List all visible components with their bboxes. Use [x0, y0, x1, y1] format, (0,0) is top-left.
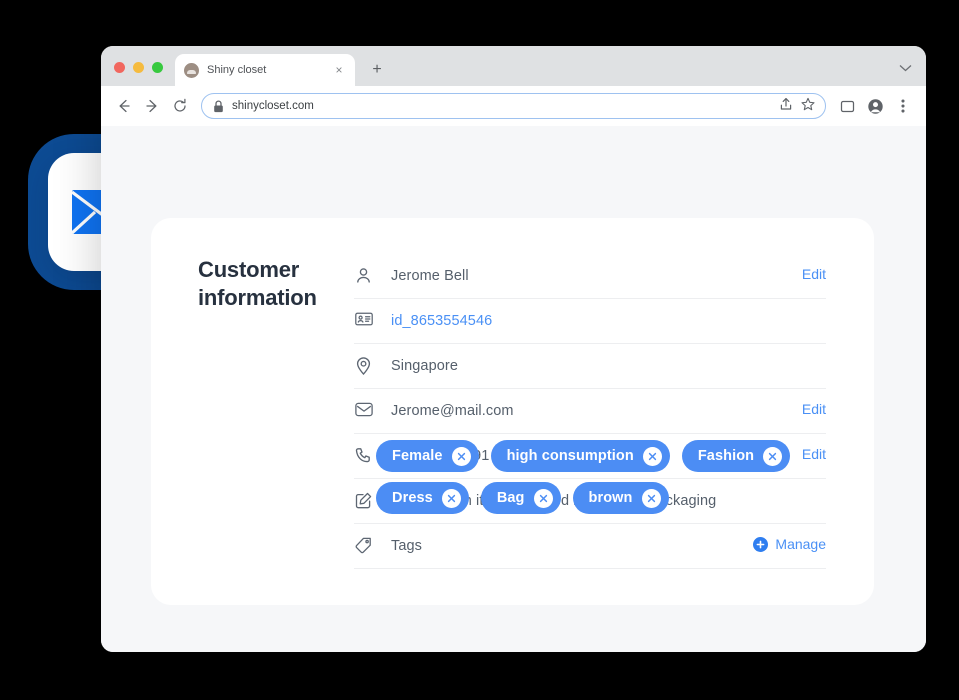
customer-information-card: Customer information Jerome Bell Edit id…	[151, 218, 874, 605]
chevron-down-icon[interactable]	[899, 59, 912, 77]
envelope-icon	[354, 401, 373, 417]
minimize-window-button[interactable]	[133, 62, 144, 73]
remove-tag-icon[interactable]	[642, 446, 662, 466]
tag-label: high consumption	[506, 448, 634, 464]
page-title: Customer information	[198, 257, 317, 311]
site-favicon-icon	[184, 62, 199, 78]
url-text[interactable]: shinycloset.com	[232, 100, 779, 112]
tag-icon	[354, 536, 373, 554]
edit-name-link[interactable]: Edit	[788, 266, 826, 282]
info-row-name: Jerome Bell Edit	[354, 254, 826, 300]
window-traffic-lights	[101, 62, 163, 86]
remove-tag-icon[interactable]	[641, 488, 661, 508]
tag-list: Female high consumption Fashion Dress Ba…	[339, 426, 859, 514]
close-icon[interactable]: ×	[332, 63, 346, 77]
tag-label: Fashion	[697, 448, 755, 464]
tag-chip[interactable]: Female	[376, 440, 479, 472]
location-icon	[354, 356, 373, 376]
forward-arrow-icon[interactable]	[139, 93, 165, 119]
reload-arrow-icon[interactable]	[167, 93, 193, 119]
new-tab-button[interactable]: +	[363, 56, 391, 84]
three-dot-menu-icon[interactable]	[890, 93, 916, 119]
remove-tag-icon[interactable]	[441, 488, 461, 508]
tag-chip[interactable]: high consumption	[490, 440, 670, 472]
tags-label: Tags	[391, 538, 423, 555]
edit-email-link[interactable]: Edit	[788, 401, 826, 417]
id-card-icon	[354, 311, 373, 326]
screenshot-stage: Shiny closet × + shinycloset.com Custome…	[0, 0, 959, 700]
tag-chip[interactable]: Bag	[480, 482, 561, 514]
info-row-id: id_8653554546	[354, 299, 826, 345]
tag-chip[interactable]: Dress	[376, 482, 469, 514]
tag-label: Female	[392, 448, 443, 464]
customer-info-panel: Customer information Jerome Bell Edit id…	[151, 218, 874, 605]
manage-label: Manage	[775, 536, 826, 553]
customer-name: Jerome Bell	[391, 268, 469, 284]
info-row-tags: Tags Manage	[354, 524, 826, 570]
customer-id-link[interactable]: id_8653554546	[391, 311, 826, 332]
remove-tag-icon[interactable]	[451, 446, 471, 466]
back-arrow-icon[interactable]	[111, 93, 137, 119]
tag-label: Dress	[392, 490, 433, 506]
tag-label: brown	[588, 490, 633, 506]
remove-tag-icon[interactable]	[533, 488, 553, 508]
close-window-button[interactable]	[114, 62, 125, 73]
person-icon	[354, 266, 373, 284]
tag-label: Bag	[496, 490, 525, 506]
remove-tag-icon[interactable]	[763, 446, 783, 466]
manage-tags-button[interactable]: Manage	[753, 536, 826, 552]
browser-window: Shiny closet × + shinycloset.com Custome…	[101, 46, 926, 652]
browser-toolbar: shinycloset.com	[101, 86, 926, 126]
page-viewport: Customer information Jerome Bell Edit id…	[101, 126, 926, 652]
customer-email: Jerome@mail.com	[391, 403, 514, 420]
browser-tab-strip: Shiny closet × +	[101, 46, 926, 86]
share-icon[interactable]	[779, 97, 793, 116]
customer-location: Singapore	[391, 358, 459, 375]
tab-title: Shiny closet	[207, 64, 267, 76]
tag-chip[interactable]: brown	[572, 482, 669, 514]
panel-icon[interactable]	[834, 93, 860, 119]
star-icon[interactable]	[801, 97, 815, 116]
profile-avatar-icon[interactable]	[862, 93, 888, 119]
lock-icon	[213, 99, 224, 113]
maximize-window-button[interactable]	[152, 62, 163, 73]
browser-tab[interactable]: Shiny closet ×	[175, 54, 355, 86]
tag-chip[interactable]: Fashion	[681, 440, 791, 472]
info-row-location: Singapore	[354, 344, 826, 390]
plus-circle-icon	[753, 536, 769, 552]
address-bar[interactable]: shinycloset.com	[201, 93, 826, 119]
